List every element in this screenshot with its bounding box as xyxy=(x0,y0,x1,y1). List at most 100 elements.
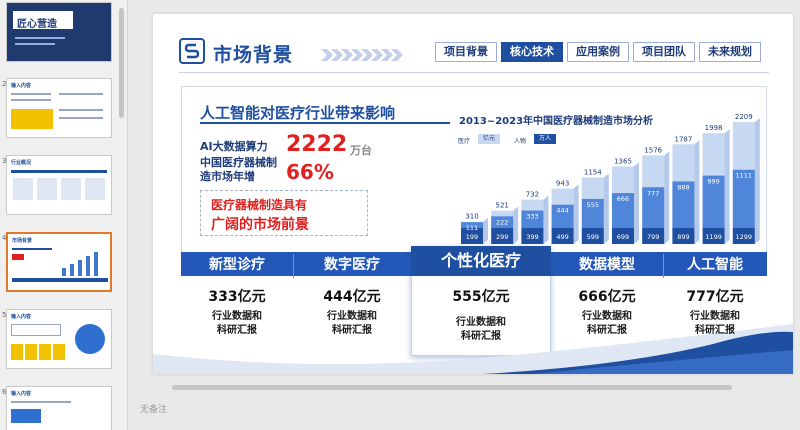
thumbnail-title: 输入内容 xyxy=(11,314,32,320)
thumbnail-title: 匠心营造 xyxy=(17,19,57,30)
ai-compute-value: 2222 xyxy=(286,132,348,157)
data-label-medical-1: 310 xyxy=(465,213,478,221)
thumb-yellow-bar xyxy=(25,344,37,360)
data-label-people-2: 222 xyxy=(496,218,508,226)
category-amount-1: 333亿元 xyxy=(208,289,266,305)
bar-side-8 xyxy=(694,140,700,244)
bar-side-9 xyxy=(724,129,730,244)
slide-thumbnail-4[interactable]: 市场背景 xyxy=(6,232,112,292)
category-amount-3: 555亿元 xyxy=(452,289,510,305)
category-desc-2-line1: 行业数据和 xyxy=(327,311,377,322)
data-label-people-1: 111 xyxy=(466,224,478,232)
category-heading-3: 个性化医疗 xyxy=(411,246,551,276)
bar-side-10 xyxy=(754,118,760,244)
thumb-card xyxy=(37,178,57,200)
data-label-medical-5: 1154 xyxy=(584,168,602,176)
data-label-medical-3: 732 xyxy=(526,191,539,199)
thumb-line xyxy=(59,109,103,111)
thumb-box xyxy=(11,324,61,336)
speaker-notes-placeholder[interactable]: 无备注 xyxy=(140,402,167,415)
thumb-card xyxy=(85,178,105,200)
tab-project-team[interactable]: 项目团队 xyxy=(633,42,695,62)
category-desc-1: 行业数据和 科研汇报 xyxy=(181,310,293,338)
category-desc-3-line1: 行业数据和 xyxy=(456,317,506,328)
thumbnail-title: 行业概况 xyxy=(11,160,32,166)
base-label-5: 599 xyxy=(587,233,599,241)
ai-compute-label: AI大数据算力 xyxy=(200,140,268,153)
slide-canvas[interactable]: 市场背景 项目背景 核心技术 应用案例 项目团队 未来规划 人工智能对医疗行业带… xyxy=(153,14,793,374)
category-desc-5-line2: 科研汇报 xyxy=(695,325,735,336)
slide-thumbnail-pane[interactable]: 匠心营造 2 输入内容 3 行业概况 4 市场背景 5 输入内容 6 输入内容 xyxy=(0,0,128,430)
heading-underline xyxy=(200,122,450,124)
data-label-medical-7: 1576 xyxy=(644,146,662,154)
thumb-red-value xyxy=(12,254,24,260)
category-desc-4-line1: 行业数据和 xyxy=(582,311,632,322)
thumbnail-scrollbar[interactable] xyxy=(119,8,124,118)
slide-editor: 市场背景 项目背景 核心技术 应用案例 项目团队 未来规划 人工智能对医疗行业带… xyxy=(128,0,800,430)
data-label-people-10: 1111 xyxy=(736,172,753,180)
category-desc-3-line2: 科研汇报 xyxy=(461,331,501,342)
data-label-people-3: 333 xyxy=(526,213,538,221)
thumb-bar xyxy=(11,170,107,173)
data-label-people-9: 999 xyxy=(707,178,719,186)
prospect-line-1: 医疗器械制造具有 xyxy=(211,198,308,212)
category-desc-4-line2: 科研汇报 xyxy=(587,325,627,336)
base-label-9: 1199 xyxy=(705,233,722,241)
category-desc-2: 行业数据和 科研汇报 xyxy=(293,310,411,338)
bar-side-2 xyxy=(513,206,519,244)
tab-future-plan[interactable]: 未来规划 xyxy=(699,42,761,62)
thumb-pie xyxy=(75,324,105,354)
category-desc-5-line1: 行业数据和 xyxy=(690,311,740,322)
slide-thumbnail-2[interactable]: 输入内容 xyxy=(6,78,112,138)
thumb-line xyxy=(11,401,71,403)
bar-side-4 xyxy=(573,184,579,244)
data-label-medical-10: 2209 xyxy=(735,113,753,121)
data-label-people-6: 666 xyxy=(617,195,629,203)
base-label-8: 899 xyxy=(677,233,689,241)
bar-side-6 xyxy=(634,162,639,244)
header-divider xyxy=(179,72,769,73)
category-amount-5: 777亿元 xyxy=(686,289,744,305)
thumb-block xyxy=(11,409,41,423)
market-bar-chart[interactable]: 310 111199 521 222 299 732 333 399 943 444 499 1154… xyxy=(453,113,768,254)
thumb-yellow-bar xyxy=(53,344,65,360)
thumb-chart-bar xyxy=(94,252,98,276)
bar-side-5 xyxy=(603,173,609,244)
impact-heading: 人工智能对医疗行业带来影响 xyxy=(200,104,396,122)
category-desc-1-line1: 行业数据和 xyxy=(212,311,262,322)
data-label-medical-9: 1998 xyxy=(705,124,723,132)
data-label-people-5: 555 xyxy=(587,201,599,209)
slide-thumbnail-6[interactable]: 输入内容 xyxy=(6,386,112,430)
data-label-medical-8: 1787 xyxy=(674,135,692,143)
thumbnail-title: 市场背景 xyxy=(12,238,33,244)
thumb-bar xyxy=(12,278,108,282)
category-heading-2: 数字医疗 xyxy=(324,257,380,273)
section-nav: 项目背景 核心技术 应用案例 项目团队 未来规划 xyxy=(435,42,761,62)
thumb-chart-bar xyxy=(86,256,90,276)
slide-thumbnail-3[interactable]: 行业概况 xyxy=(6,155,112,215)
slide-thumbnail-1[interactable]: 匠心营造 xyxy=(6,2,112,62)
base-label-6: 699 xyxy=(617,233,629,241)
slide-thumbnail-5[interactable]: 输入内容 xyxy=(6,309,112,369)
data-label-people-7: 777 xyxy=(647,189,659,197)
tab-project-background[interactable]: 项目背景 xyxy=(435,42,497,62)
category-desc-5: 行业数据和 科研汇报 xyxy=(663,310,767,338)
data-label-people-4: 444 xyxy=(556,207,568,215)
logo-icon xyxy=(179,38,205,64)
category-desc-4: 行业数据和 科研汇报 xyxy=(551,310,663,338)
thumb-line xyxy=(11,99,51,101)
category-heading-5: 人工智能 xyxy=(687,257,743,273)
horizontal-scrollbar[interactable] xyxy=(172,385,732,390)
thumb-chart-bar xyxy=(78,260,82,276)
tab-use-cases[interactable]: 应用案例 xyxy=(567,42,629,62)
base-label-4: 499 xyxy=(556,233,568,241)
base-label-1: 199 xyxy=(466,233,478,241)
thumb-chart-bar xyxy=(62,268,66,276)
chevron-decoration-icon xyxy=(321,49,403,61)
category-heading-1: 新型诊疗 xyxy=(209,257,265,273)
slide-title: 市场背景 xyxy=(213,44,294,66)
category-amount-4: 666亿元 xyxy=(578,289,636,305)
thumb-line xyxy=(59,117,103,119)
thumb-chart-bar xyxy=(70,264,74,276)
tab-core-technology[interactable]: 核心技术 xyxy=(501,42,563,62)
